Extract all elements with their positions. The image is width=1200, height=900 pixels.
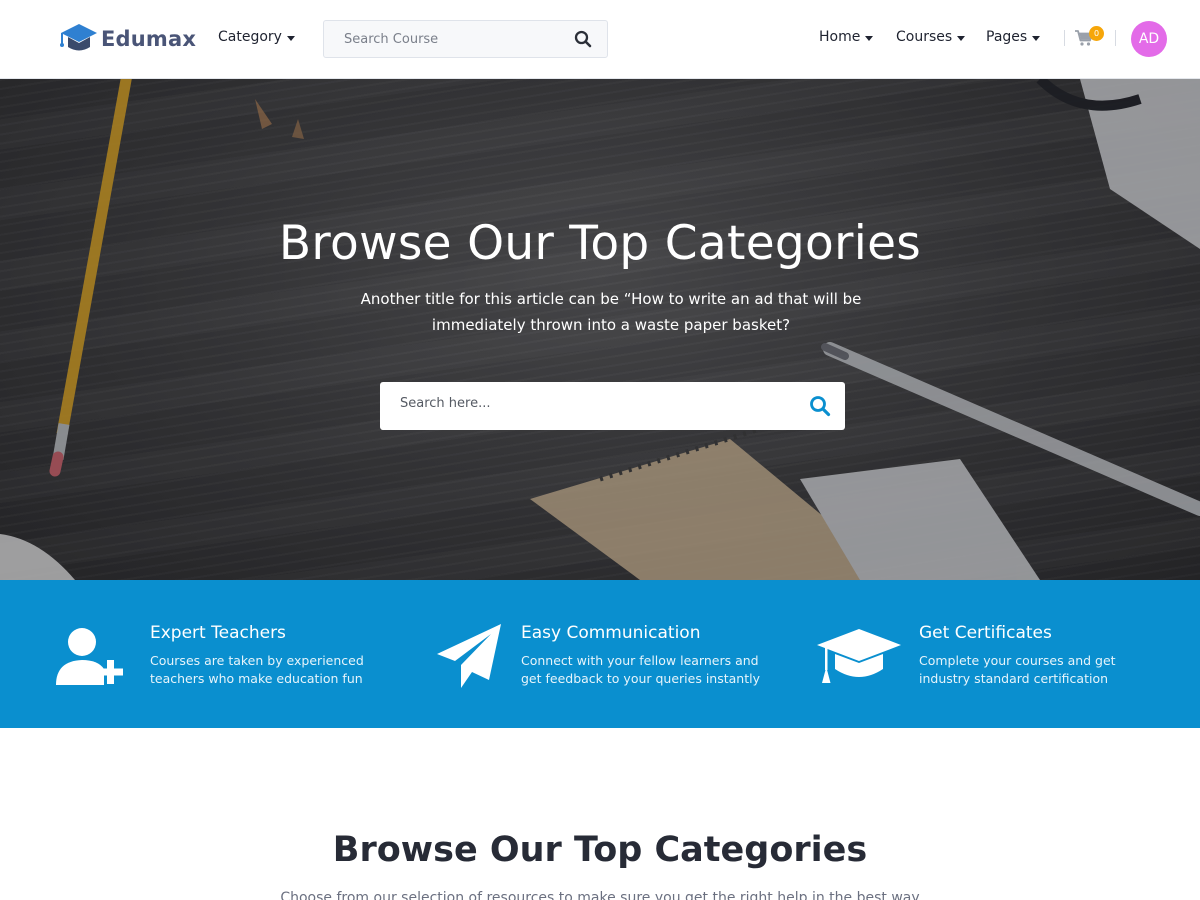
paper-plane-icon [437, 624, 501, 692]
feature-description: Complete your courses and get industry s… [919, 653, 1116, 686]
feature-expert-teachers: Expert Teachers Courses are taken by exp… [56, 580, 396, 728]
top-header: Edumax Category Home Courses Pages [0, 0, 1200, 79]
hero-subtitle: Another title for this article can be “H… [360, 290, 862, 334]
logo-text: Edumax [101, 27, 197, 51]
graduation-cap-icon [817, 629, 901, 689]
feature-title: Expert Teachers [150, 623, 286, 643]
features-band: Expert Teachers Courses are taken by exp… [0, 580, 1200, 728]
chevron-down-icon [865, 35, 874, 41]
section-subtitle: Choose from our selection of resources t… [280, 890, 920, 900]
category-dropdown[interactable]: Category [218, 29, 295, 45]
feature-easy-communication: Easy Communication Connect with your fel… [437, 580, 787, 728]
feature-get-certificates: Get Certificates Complete your courses a… [817, 580, 1157, 728]
site-logo[interactable]: Edumax [57, 20, 196, 58]
nav-pages[interactable]: Pages [986, 29, 1041, 45]
hero-search [380, 382, 845, 430]
nav-pages-label: Pages [986, 29, 1028, 45]
search-icon[interactable] [809, 395, 831, 417]
nav-home[interactable]: Home [819, 29, 874, 45]
cart-count-badge: 0 [1089, 26, 1104, 41]
chevron-down-icon [957, 35, 966, 41]
search-icon[interactable] [574, 30, 594, 50]
nav-divider [1115, 30, 1116, 46]
hero-banner: Browse Our Top Categories Another title … [0, 79, 1200, 580]
nav-divider [1064, 30, 1065, 46]
feature-title: Get Certificates [919, 623, 1052, 643]
nav-home-label: Home [819, 29, 861, 45]
header-search-input[interactable] [324, 31, 564, 47]
nav-courses-label: Courses [896, 29, 953, 45]
category-label: Category [218, 29, 282, 45]
header-search [323, 20, 608, 58]
feature-title: Easy Communication [521, 623, 701, 643]
section-title: Browse Our Top Categories [332, 830, 868, 870]
chevron-down-icon [286, 35, 295, 41]
graduation-cap-logo-icon [57, 20, 101, 58]
hero-search-input[interactable] [400, 396, 780, 411]
feature-description: Connect with your fellow learners and ge… [521, 653, 760, 686]
user-plus-icon [56, 627, 132, 689]
nav-courses[interactable]: Courses [896, 29, 966, 45]
feature-description: Courses are taken by experienced teacher… [150, 653, 364, 686]
user-avatar[interactable]: AD [1131, 21, 1167, 57]
hero-title: Browse Our Top Categories [278, 216, 922, 271]
chevron-down-icon [1032, 35, 1041, 41]
